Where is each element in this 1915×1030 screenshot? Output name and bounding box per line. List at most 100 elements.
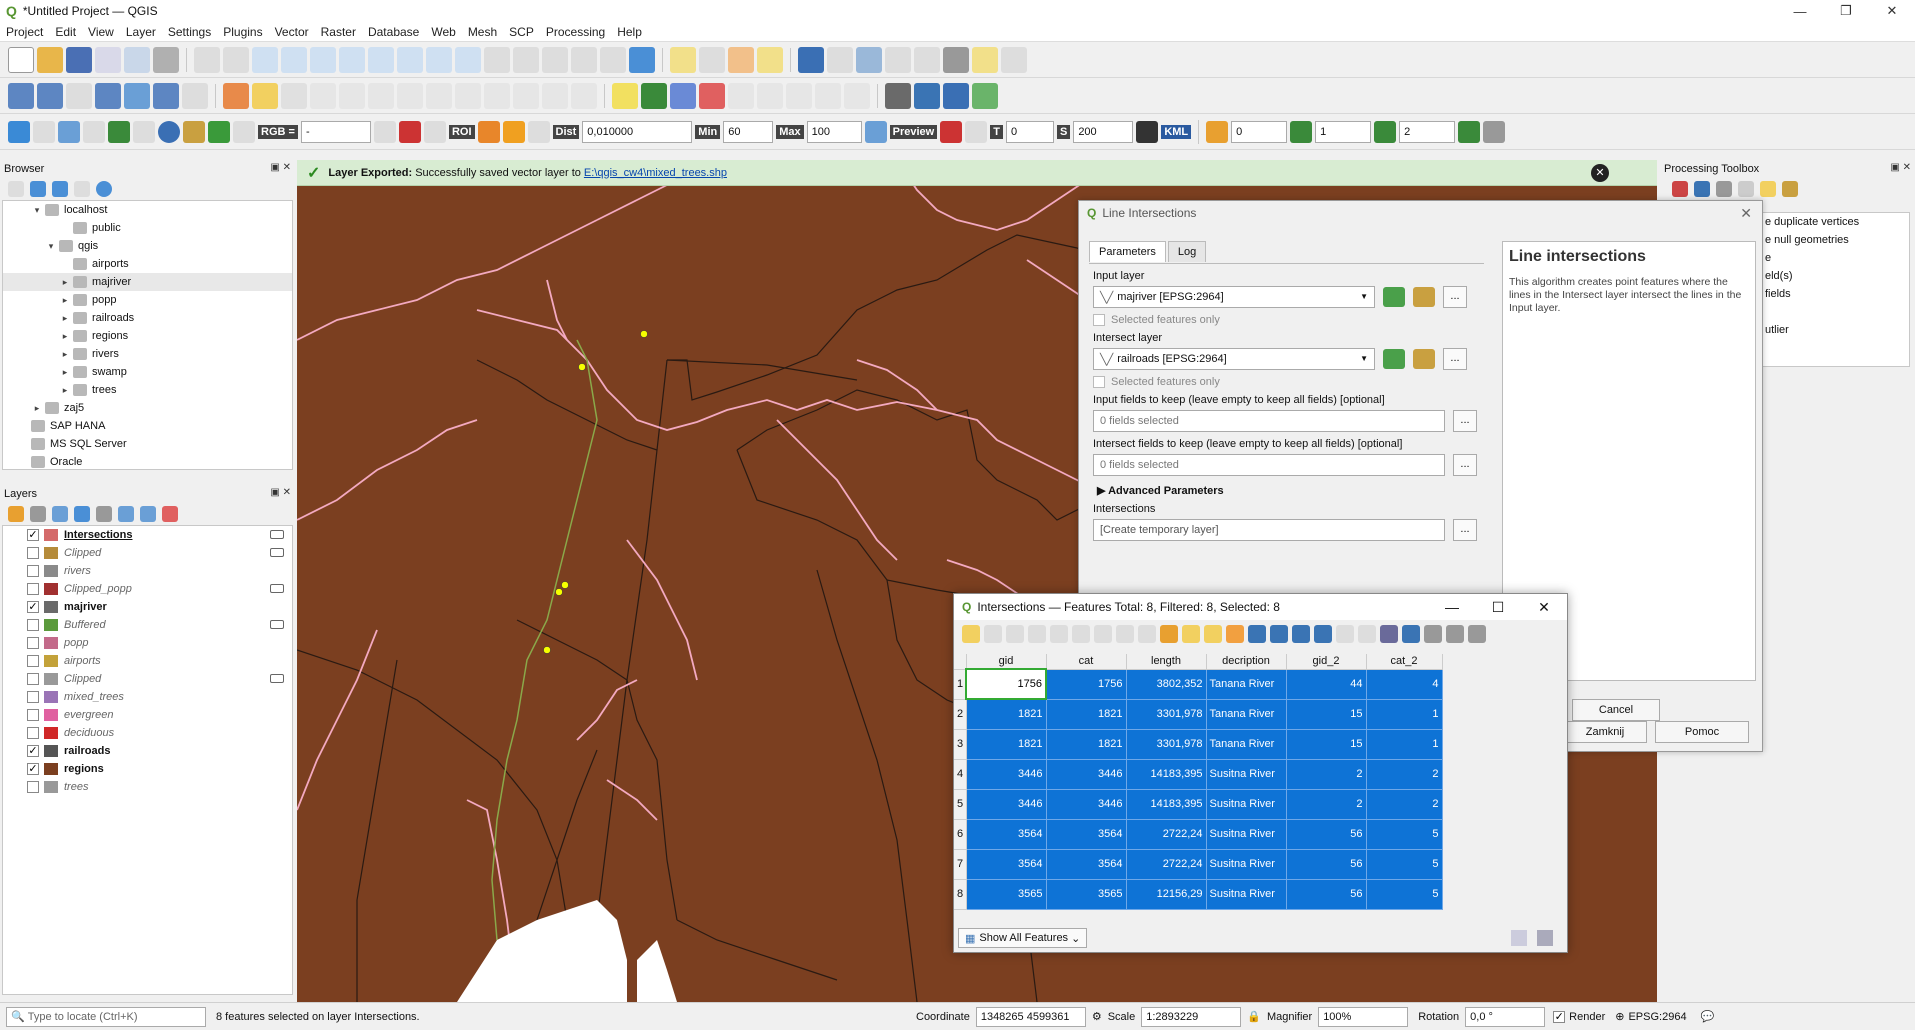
data-source-manager-icon[interactable] [8,82,34,109]
conditional-formatting-icon[interactable] [1424,625,1442,643]
scp-zoom-roi-icon[interactable] [423,120,446,143]
move-label-icon[interactable] [757,82,783,109]
scp-pan-icon[interactable] [33,120,55,143]
expand-arrow-icon[interactable]: ▸ [59,349,71,360]
table-cell[interactable]: 44 [1286,669,1367,700]
tab-log[interactable]: Log [1167,241,1207,262]
style-manager-icon[interactable] [153,46,179,73]
tab-parameters[interactable]: Parameters [1089,241,1166,262]
lock-icon[interactable]: 🔒 [1247,1010,1261,1023]
row-number[interactable]: 2 [954,699,967,730]
column-header[interactable]: decription [1206,654,1287,670]
current-edits-icon[interactable] [223,82,249,109]
input-selected-only-checkbox[interactable] [1093,314,1105,326]
refresh-browser-icon[interactable] [30,181,46,197]
panel-close-icon[interactable]: ▣ ✕ [270,162,291,173]
show-all-features-button[interactable]: ▦ Show All Features ⌄ [958,928,1088,948]
table-cell[interactable]: Susitna River [1206,789,1287,820]
intersect-layer-combo[interactable]: ╲╱ railroads [EPSG:2964] ▼ [1093,348,1375,370]
next-3-icon[interactable] [1458,120,1481,143]
options-icon[interactable] [1782,181,1798,197]
table-cell[interactable]: 1821 [966,699,1047,730]
toolbox-tree[interactable]: e duplicate vertices e null geometries e el… [1760,212,1910,367]
table-cell[interactable]: 3446 [966,759,1047,790]
intersect-fields-field[interactable]: 0 fields selected [1093,454,1445,476]
table-cell[interactable]: 1756 [965,668,1047,700]
table-row[interactable]: 1 1756 1756 3802,352 Tanana River 44 4 [954,668,1443,700]
layer-item[interactable]: trees [3,778,292,796]
invert-selection-icon[interactable] [1204,625,1222,643]
row-number[interactable]: 8 [954,879,967,910]
layer-visibility-checkbox[interactable] [27,547,39,559]
column-header[interactable]: cat [1046,654,1127,670]
browser-item[interactable]: SAP HANA [3,417,292,435]
export-path-link[interactable]: E:\qgis_cw4\mixed_trees.shp [584,167,727,179]
toggle-extents-icon[interactable]: ⚙ [1092,1010,1102,1023]
expand-arrow-icon[interactable]: ▾ [31,205,43,216]
roi-create-icon[interactable] [477,120,500,143]
remove-layer-icon[interactable] [162,506,178,522]
rotate-label-icon[interactable] [786,82,812,109]
copy-features-icon[interactable] [484,82,510,109]
table-cell[interactable]: 3446 [1046,759,1127,790]
scp-zoom-image-icon[interactable] [233,120,255,143]
grid-icon[interactable] [1206,120,1229,143]
panel-close-icon[interactable]: ▣ ✕ [270,487,291,498]
crs-icon[interactable]: ⊕ [1615,1010,1624,1023]
table-cell[interactable]: 3301,978 [1126,699,1207,730]
browser-item[interactable]: ▸ zaj5 [3,399,292,417]
form-view-icon[interactable] [1511,930,1527,946]
table-cell[interactable]: 1821 [1046,729,1127,760]
column-header[interactable]: gid_2 [1286,654,1367,670]
rgb-next-icon[interactable] [398,120,421,143]
intersect-selected-only-checkbox[interactable] [1093,376,1105,388]
toggle-editing-icon[interactable] [962,625,980,643]
layer-item[interactable]: evergreen [3,706,292,724]
paste-features-icon[interactable] [513,82,539,109]
table-cell[interactable]: 3446 [1046,789,1127,820]
layer-visibility-checkbox[interactable] [27,781,39,793]
spin-2[interactable]: 1 [1315,120,1372,143]
browser-item[interactable]: ▾ localhost [3,201,292,219]
table-cell[interactable]: Tanana River [1206,699,1287,730]
table-cell[interactable]: 2 [1366,789,1443,820]
layer-item[interactable]: Clipped [3,544,292,562]
row-number[interactable]: 7 [954,849,967,880]
select-features-icon[interactable] [670,46,696,73]
manage-themes-icon[interactable] [52,506,68,522]
min-input[interactable]: 60 [723,120,774,143]
table-cell[interactable]: 1821 [1046,699,1127,730]
modify-attributes-icon[interactable] [397,82,423,109]
layer-visibility-checkbox[interactable]: ✓ [27,529,39,541]
toggle-editing-icon[interactable] [252,82,278,109]
column-header[interactable]: cat_2 [1366,654,1443,670]
highlight-pinned-labels-icon[interactable] [670,82,696,109]
iterate-icon[interactable] [1383,349,1405,369]
expand-arrow-icon[interactable]: ▸ [59,277,71,288]
render-checkbox[interactable]: ✓ [1553,1010,1566,1023]
input-layer-browse-button[interactable]: ... [1443,286,1467,308]
scp-dock-icon[interactable] [8,120,30,143]
preview-zoom-icon[interactable] [864,120,887,143]
zoom-to-layer-icon[interactable] [368,46,394,73]
attribute-table-icon[interactable] [827,46,853,73]
new-field-icon[interactable] [1336,625,1354,643]
dist-input[interactable]: 0,010000 [582,120,693,143]
new-3d-view-icon[interactable] [513,46,539,73]
menu-plugins[interactable]: Plugins [217,25,268,39]
table-row[interactable]: 7 3564 3564 2722,24 Susitna River 56 5 [954,849,1443,880]
zoom-native-icon[interactable] [397,46,423,73]
statistics-icon[interactable] [885,46,911,73]
rgb-prev-icon[interactable] [373,120,396,143]
menu-raster[interactable]: Raster [315,25,362,39]
browser-item[interactable]: ▸ rivers [3,345,292,363]
table-cell[interactable]: 3565 [1046,879,1127,910]
maximize-button[interactable]: ❐ [1823,0,1869,22]
delete-feature-icon[interactable] [1072,625,1090,643]
table-cell[interactable]: 1756 [1046,669,1127,700]
cut-features-icon[interactable] [455,82,481,109]
temporal-controller-icon[interactable] [600,46,626,73]
database-icon[interactable] [1136,120,1159,143]
max-input[interactable]: 100 [806,120,862,143]
messages-icon[interactable]: 💬 [1701,1010,1715,1023]
